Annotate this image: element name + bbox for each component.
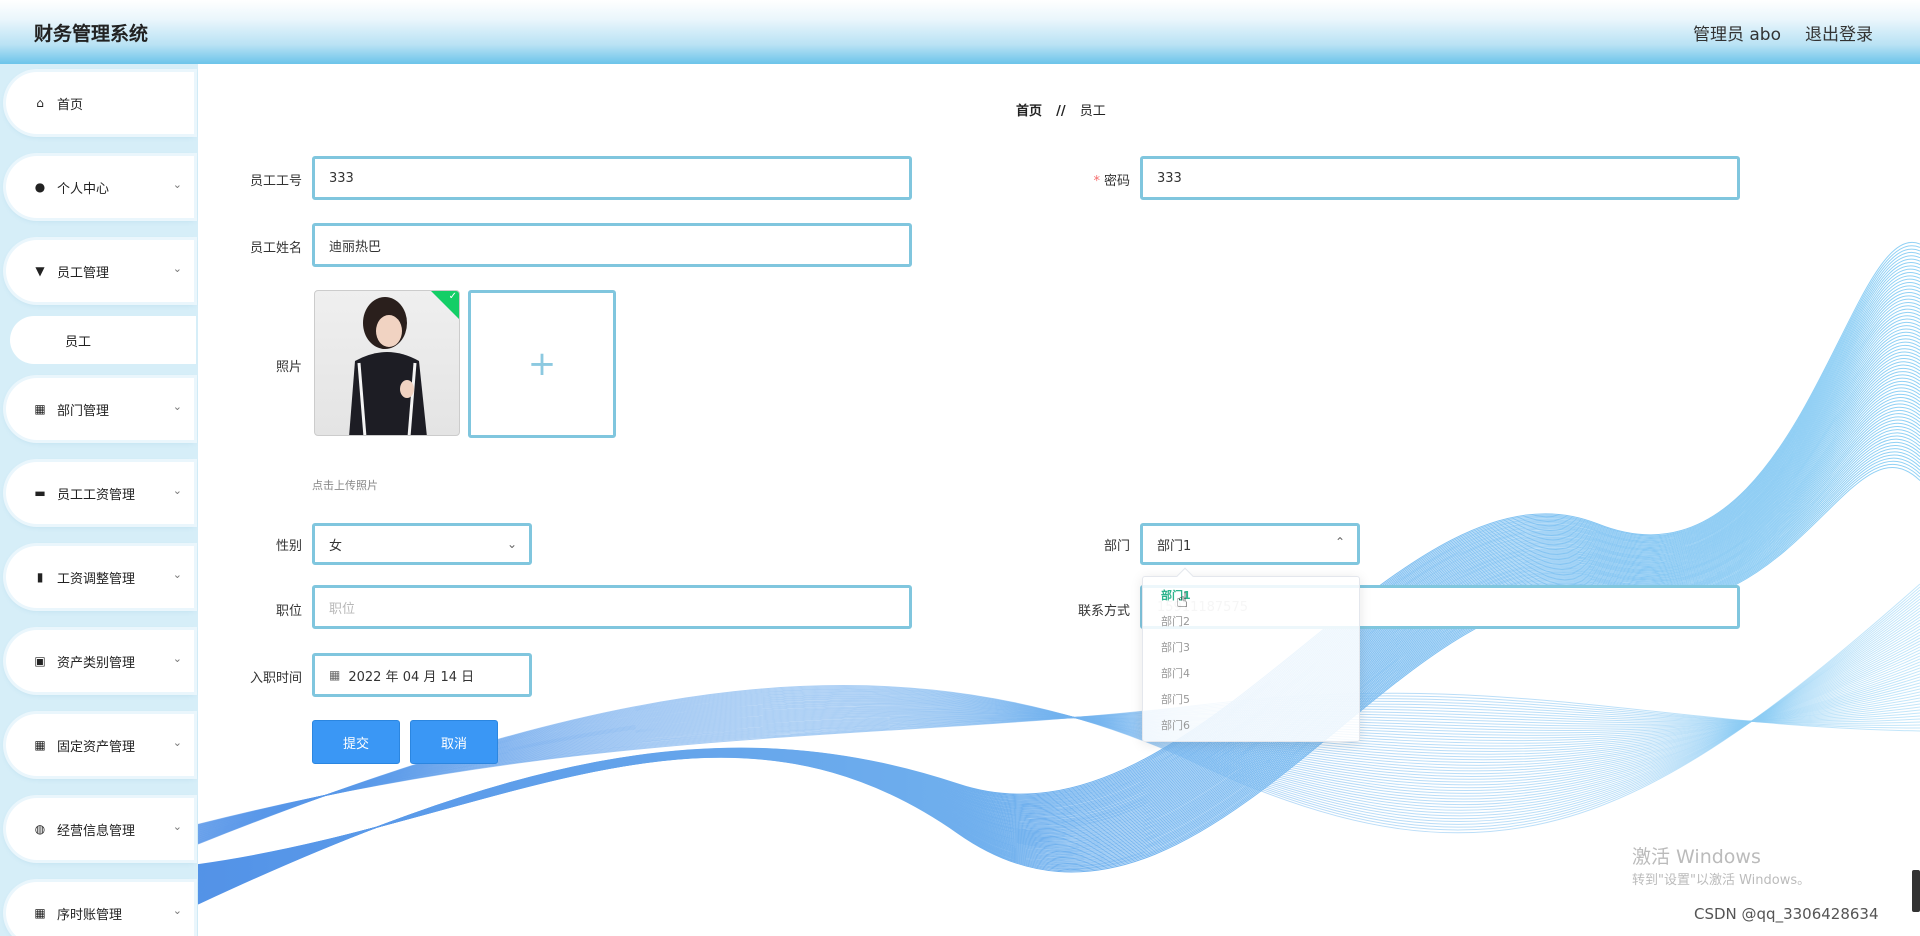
upload-tip: 点击上传照片 <box>312 479 378 492</box>
csdn-watermark: CSDN @qq_3306428634 <box>1694 905 1879 923</box>
sidebar-item-label: 序时账管理 <box>57 907 123 923</box>
password-input[interactable]: 333 <box>1140 156 1740 200</box>
chevron-down-icon: ⌄ <box>172 262 182 275</box>
sidebar-item-departments[interactable]: ▦ 部门管理 ⌄ <box>6 378 194 440</box>
chevron-down-icon: ⌄ <box>172 820 182 833</box>
user-icon: ● <box>34 180 46 194</box>
cancel-button[interactable]: 取消 <box>410 720 498 764</box>
check-icon: ✓ <box>448 291 457 302</box>
watermark-subtitle: 转到"设置"以激活 Windows。 <box>1632 873 1811 888</box>
chevron-down-icon: ⌄ <box>172 652 182 665</box>
chevron-down-icon: ⌄ <box>172 568 182 581</box>
chevron-down-icon: ⌄ <box>172 400 182 413</box>
sidebar-item-label: 工资调整管理 <box>57 571 136 587</box>
table-icon: ▦ <box>34 906 46 920</box>
dropdown-option[interactable]: 部门4 <box>1143 661 1359 687</box>
sidebar-item-salaries[interactable]: ▬ 员工工资管理 ⌄ <box>6 462 194 524</box>
emp-no-label: 员工工号 <box>249 174 302 189</box>
position-input[interactable]: 职位 <box>312 585 912 629</box>
sidebar-item-label: 固定资产管理 <box>57 739 136 755</box>
sidebar-item-label: 部门管理 <box>57 403 110 419</box>
hire-date-value: 2022 年 04 月 14 日 <box>348 669 475 685</box>
breadcrumb-separator: // <box>1056 104 1066 119</box>
department-label: 部门 <box>1103 539 1130 554</box>
hand-cursor-icon: ☝ <box>1176 588 1189 612</box>
sidebar-item-label: 员工管理 <box>57 265 110 281</box>
grid-icon: ▦ <box>34 402 46 416</box>
calendar-icon: ▦ <box>329 668 341 682</box>
sidebar-item-business-info[interactable]: ◍ 经营信息管理 ⌄ <box>6 798 194 860</box>
stamp-icon: ▼ <box>35 264 45 278</box>
app-title: 财务管理系统 <box>34 22 149 45</box>
chevron-down-icon: ⌄ <box>172 736 182 749</box>
sidebar-item-home[interactable]: ⌂ 首页 <box>6 72 194 134</box>
briefcase-icon: ▬ <box>34 486 46 500</box>
windows-activation-watermark: 激活 Windows 转到"设置"以激活 Windows。 <box>1632 842 1810 888</box>
logout-link[interactable]: 退出登录 <box>1805 20 1873 45</box>
top-header: 财务管理系统 管理员 abo 退出登录 <box>0 0 1920 64</box>
position-label: 职位 <box>275 604 302 619</box>
upload-photo-button[interactable]: + <box>468 290 616 438</box>
watermark-title: 激活 Windows <box>1632 846 1761 868</box>
chevron-down-icon: ⌄ <box>172 484 182 497</box>
dropdown-option[interactable]: 部门3 <box>1143 635 1359 661</box>
sidebar-item-label: 员工工资管理 <box>57 487 136 503</box>
hire-date-input[interactable]: ▦ 2022 年 04 月 14 日 <box>312 653 532 697</box>
sidebar-item-employees[interactable]: ▼ 员工管理 ⌄ <box>6 240 194 302</box>
breadcrumb-current: 员工 <box>1079 104 1106 119</box>
clipboard-check-icon: ▣ <box>34 654 46 668</box>
department-dropdown: 部门1 部门2 部门3 部门4 部门5 部门6 <box>1142 567 1360 742</box>
sidebar-item-label: 资产类别管理 <box>57 655 136 671</box>
department-select[interactable]: 部门1 ⌃ <box>1140 523 1360 565</box>
grid-icon: ▦ <box>34 738 46 752</box>
submit-button[interactable]: 提交 <box>312 720 400 764</box>
breadcrumb: 首页 // 员工 <box>1016 100 1106 119</box>
photo-label: 照片 <box>275 360 302 375</box>
sidebar-item-label: 首页 <box>57 97 84 113</box>
dropdown-option[interactable]: 部门5 <box>1143 687 1359 713</box>
photo-thumbnail[interactable]: ✓ <box>314 290 460 436</box>
dropdown-option[interactable]: 部门2 <box>1143 609 1359 635</box>
sidebar-item-fixed-assets[interactable]: ▦ 固定资产管理 ⌄ <box>6 714 194 776</box>
password-label: * 密码 <box>1093 174 1130 189</box>
sidebar-subitem-employee[interactable]: 员工 <box>10 316 196 364</box>
gender-label: 性别 <box>275 539 302 554</box>
emp-no-input[interactable]: 333 <box>312 156 912 200</box>
chevron-up-icon: ⌃ <box>1334 535 1345 549</box>
emp-name-input[interactable]: 迪丽热巴 <box>312 223 912 267</box>
sidebar-item-label: 个人中心 <box>57 181 110 197</box>
breadcrumb-home[interactable]: 首页 <box>1016 104 1042 119</box>
sidebar-item-salary-adjust[interactable]: ▮ 工资调整管理 ⌄ <box>6 546 194 608</box>
lightbulb-icon: ◍ <box>34 822 46 836</box>
bar-chart-icon: ▮ <box>36 570 44 584</box>
user-name[interactable]: 管理员 abo <box>1693 20 1781 45</box>
sidebar: ⌂ 首页 ● 个人中心 ⌄ ▼ 员工管理 ⌄ 员工 ▦ 部门管理 ⌄ ▬ 员工工… <box>0 64 198 936</box>
chevron-down-icon: ⌄ <box>172 904 182 917</box>
emp-name-label: 员工姓名 <box>249 241 302 256</box>
sidebar-item-journal[interactable]: ▦ 序时账管理 ⌄ <box>6 882 194 936</box>
chevron-down-icon: ⌄ <box>172 178 182 191</box>
sidebar-item-profile[interactable]: ● 个人中心 ⌄ <box>6 156 194 218</box>
department-value: 部门1 <box>1157 538 1192 554</box>
sidebar-item-asset-types[interactable]: ▣ 资产类别管理 ⌄ <box>6 630 194 692</box>
gender-value: 女 <box>329 538 343 554</box>
sidebar-item-label: 经营信息管理 <box>57 823 136 839</box>
chevron-down-icon: ⌄ <box>506 537 517 551</box>
gender-select[interactable]: 女 ⌄ <box>312 523 532 565</box>
contact-label: 联系方式 <box>1077 604 1130 619</box>
scrollbar-handle[interactable] <box>1912 870 1920 912</box>
hire-date-label: 入职时间 <box>249 671 302 686</box>
home-icon: ⌂ <box>36 96 44 110</box>
dropdown-option[interactable]: 部门6 <box>1143 713 1359 739</box>
